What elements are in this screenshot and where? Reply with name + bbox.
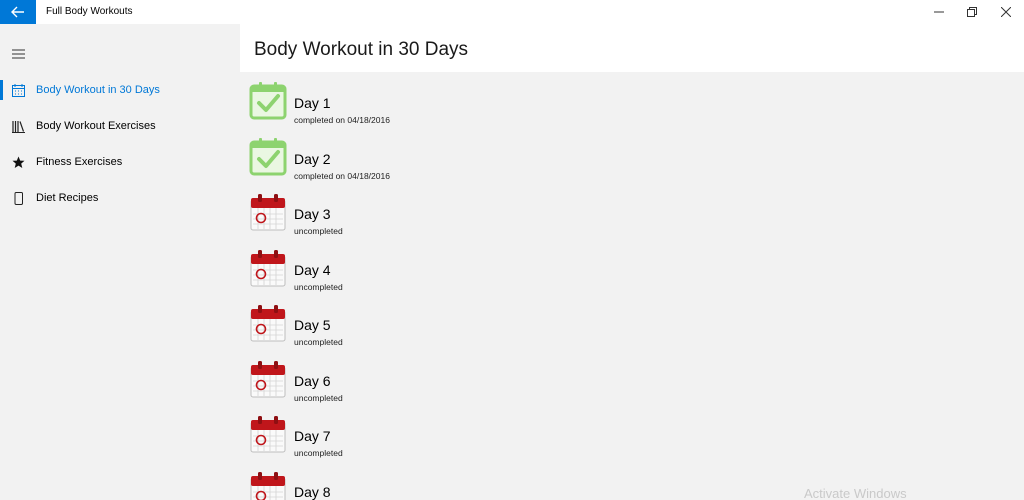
calendar-uncompleted-icon: [248, 192, 288, 232]
calendar-completed-icon: [248, 81, 288, 121]
activate-windows-watermark: Activate Windows: [804, 486, 907, 500]
nav-item-fitness-exercises[interactable]: Fitness Exercises: [0, 144, 240, 180]
day-status: uncompleted: [294, 337, 343, 347]
nav-item-body-workout-exercises[interactable]: Body Workout Exercises: [0, 108, 240, 144]
navigation-pane: Body Workout in 30 Days Body Workout Exe…: [0, 24, 240, 500]
nav-item-label: Diet Recipes: [36, 192, 99, 204]
library-icon: [10, 118, 26, 134]
day-title: Day 8: [294, 484, 331, 500]
day-status: uncompleted: [294, 226, 343, 236]
day-list-item[interactable]: Day 4 uncompleted: [248, 248, 748, 300]
calendar-uncompleted-icon: [248, 414, 288, 454]
calendar-uncompleted-icon: [248, 248, 288, 288]
day-list-item[interactable]: Day 3 uncompleted: [248, 192, 748, 244]
calendar-uncompleted-icon: [248, 470, 288, 500]
day-status: uncompleted: [294, 282, 343, 292]
page-title: Body Workout in 30 Days: [254, 39, 469, 60]
day-list-item[interactable]: Day 6 uncompleted: [248, 359, 748, 411]
nav-item-diet-recipes[interactable]: Diet Recipes: [0, 180, 240, 216]
day-list-item[interactable]: Day 7 uncompleted: [248, 414, 748, 466]
day-list-item[interactable]: Day 8 uncompleted: [248, 470, 748, 500]
title-bar: Full Body Workouts: [0, 0, 1024, 24]
back-arrow-icon: [11, 6, 24, 18]
nav-item-body-workout-30-days[interactable]: Body Workout in 30 Days: [0, 72, 240, 108]
minimize-icon: [934, 11, 944, 13]
day-title: Day 6: [294, 373, 331, 389]
minimize-button[interactable]: [922, 0, 956, 24]
calendar-uncompleted-icon: [248, 303, 288, 343]
hamburger-icon: [11, 49, 25, 59]
back-button[interactable]: [0, 0, 36, 24]
star-icon: [10, 154, 26, 170]
selection-indicator: [0, 80, 3, 100]
day-title: Day 4: [294, 262, 331, 278]
day-status: uncompleted: [294, 393, 343, 403]
page-header: Body Workout in 30 Days: [240, 24, 1024, 72]
day-title: Day 2: [294, 151, 331, 167]
nav-item-label: Fitness Exercises: [36, 156, 123, 168]
day-title: Day 7: [294, 428, 331, 444]
day-status: completed on 04/18/2016: [294, 171, 390, 181]
nav-item-label: Body Workout Exercises: [36, 120, 156, 132]
day-list: Day 1 completed on 04/18/2016 Day 2 comp…: [240, 72, 1024, 500]
day-list-item[interactable]: Day 2 completed on 04/18/2016: [248, 137, 748, 189]
restore-icon: [967, 7, 977, 17]
calendar-uncompleted-icon: [248, 359, 288, 399]
day-status: completed on 04/18/2016: [294, 115, 390, 125]
day-title: Day 1: [294, 95, 331, 111]
nav-item-label: Body Workout in 30 Days: [36, 84, 160, 96]
day-title: Day 3: [294, 206, 331, 222]
close-button[interactable]: [989, 0, 1023, 24]
day-title: Day 5: [294, 317, 331, 333]
calendar-icon: [10, 82, 26, 98]
close-icon: [1001, 7, 1011, 17]
calendar-completed-icon: [248, 137, 288, 177]
restore-button[interactable]: [955, 0, 989, 24]
day-list-item[interactable]: Day 5 uncompleted: [248, 303, 748, 355]
hamburger-menu-button[interactable]: [6, 44, 30, 64]
day-status: uncompleted: [294, 448, 343, 458]
app-title: Full Body Workouts: [46, 6, 133, 17]
phone-icon: [10, 190, 26, 206]
day-list-item[interactable]: Day 1 completed on 04/18/2016: [248, 81, 748, 133]
